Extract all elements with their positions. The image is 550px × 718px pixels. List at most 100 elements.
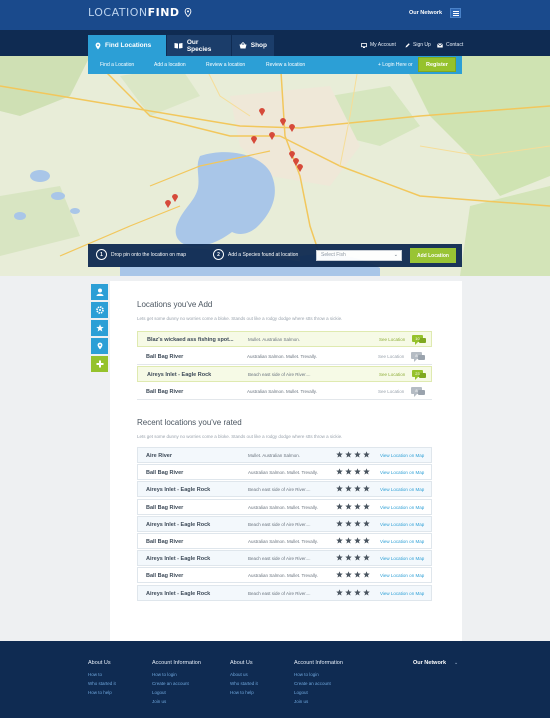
- rated-row[interactable]: Aireys Inlet - Eagle Rock Beach east side…: [137, 584, 432, 601]
- user-side-button[interactable]: [91, 284, 108, 300]
- sign-up-label: Sign Up: [413, 42, 431, 48]
- star-icon: [336, 571, 343, 578]
- footer-link[interactable]: How to: [88, 672, 116, 677]
- view-on-map-link[interactable]: View Location on Map: [380, 487, 424, 492]
- see-location-link[interactable]: See Location: [378, 354, 404, 359]
- footer-our-network[interactable]: Our Network: [413, 660, 446, 666]
- footer-link[interactable]: Logout: [152, 690, 201, 695]
- location-name: Aireys Inlet - Eagle Rock: [146, 487, 211, 494]
- added-row[interactable]: Ball Bag River Australian Salmon. Mullet…: [137, 349, 432, 365]
- subnav-review-location-2[interactable]: Review a location: [266, 62, 305, 68]
- add-location-button[interactable]: Add Location: [410, 248, 456, 263]
- star-icon: [363, 571, 370, 578]
- footer-link[interactable]: Create an account: [152, 681, 201, 686]
- footer-link[interactable]: Join us: [294, 699, 343, 704]
- star-icon: [336, 468, 343, 475]
- star-icon: [336, 502, 343, 510]
- rated-row[interactable]: Ball Bag River Australian Salmon. Mullet.…: [137, 533, 432, 549]
- footer-link[interactable]: How to login: [294, 672, 343, 677]
- location-species: Mullet. Australian Salmon.: [248, 453, 301, 458]
- star-icon: [345, 468, 352, 475]
- comment-count: 10: [415, 336, 420, 341]
- login-link[interactable]: + Login Here or: [378, 62, 413, 68]
- footer-link[interactable]: How to help: [88, 690, 116, 695]
- rated-row[interactable]: Aireys Inlet - Eagle Rock Beach east side…: [137, 515, 432, 532]
- our-network-link[interactable]: Our Network: [409, 10, 442, 16]
- view-on-map-link[interactable]: View Location on Map: [380, 505, 424, 510]
- view-on-map-link[interactable]: View Location on Map: [380, 573, 424, 578]
- location-species: Beach east side of Aire River....: [248, 590, 311, 596]
- rated-row[interactable]: Aire River Mullet. Australian Salmon. View…: [137, 447, 432, 463]
- star-icon: [345, 537, 352, 544]
- chevron-down-icon: ⌄: [393, 252, 398, 258]
- footer-column-about: About Us How to Who started it How to he…: [88, 660, 116, 699]
- subnav-review-location[interactable]: Review a location: [206, 62, 245, 68]
- footer-link[interactable]: About us: [230, 672, 258, 677]
- view-on-map-link[interactable]: View Location on Map: [380, 470, 424, 475]
- footer-link[interactable]: Logout: [294, 690, 343, 695]
- rated-row[interactable]: Ball Bag River Australian Salmon. Mullet.…: [137, 464, 432, 481]
- tab-label: Our Species: [186, 38, 212, 53]
- location-name: Ball Bag River: [146, 504, 184, 511]
- network-dropdown-button[interactable]: [450, 8, 461, 18]
- added-row[interactable]: Ball Bag River Australian Salmon. Mullet…: [137, 384, 432, 400]
- rated-row[interactable]: Ball Bag River Australian Salmon. Mullet.…: [137, 498, 432, 515]
- added-row[interactable]: Aireys Inlet - Eagle Rock Beach east sid…: [137, 366, 432, 382]
- rated-section-title: Recent locations you've rated: [137, 418, 242, 427]
- sign-up-link[interactable]: Sign Up: [405, 42, 431, 48]
- view-on-map-link[interactable]: View Location on Map: [380, 522, 424, 527]
- star-icon: [345, 571, 352, 578]
- chevron-down-icon[interactable]: ⌄: [454, 660, 458, 666]
- location-side-button[interactable]: [91, 338, 108, 354]
- site-logo[interactable]: LOCATIONFIND: [88, 6, 192, 19]
- rated-row[interactable]: Aireys Inlet - Eagle Rock Beach east side…: [137, 481, 432, 498]
- star-icon: [354, 468, 361, 475]
- see-location-link[interactable]: See Location: [379, 337, 405, 342]
- star-rating: [336, 571, 370, 578]
- star-icon: [363, 537, 370, 544]
- added-row[interactable]: Blaz's wickaed ass fishing spot... Mulle…: [137, 331, 432, 347]
- view-on-map-link[interactable]: View Location on Map: [380, 556, 424, 561]
- footer-link[interactable]: Join us: [152, 699, 201, 704]
- footer-link[interactable]: How to login: [152, 672, 201, 677]
- contact-link[interactable]: Contact: [437, 42, 463, 48]
- tab-our-species[interactable]: Our Species: [167, 35, 231, 56]
- footer-link[interactable]: Who started it: [230, 681, 258, 686]
- star-icon: [363, 502, 370, 510]
- add-side-button[interactable]: [91, 356, 108, 372]
- menu-icon: [453, 11, 459, 16]
- star-icon: [336, 537, 343, 544]
- register-button[interactable]: Register: [418, 57, 456, 72]
- footer-link[interactable]: How to help: [230, 690, 258, 695]
- my-account-label: My Account: [370, 42, 396, 48]
- location-species: Beach east side of Aire River....: [248, 372, 311, 377]
- map[interactable]: [0, 56, 550, 276]
- star-rating: [336, 451, 370, 458]
- star-icon: [354, 537, 361, 544]
- tab-find-locations[interactable]: Find Locations: [88, 35, 166, 56]
- view-on-map-link[interactable]: View Location on Map: [380, 453, 424, 458]
- subnav-find-location[interactable]: Find a Location: [100, 62, 134, 68]
- see-location-link[interactable]: See Location: [379, 372, 405, 377]
- star-icon: [336, 451, 343, 458]
- rated-row[interactable]: Ball Bag River Australian Salmon. Mullet.…: [137, 567, 432, 584]
- settings-side-button[interactable]: [91, 302, 108, 318]
- see-location-link[interactable]: See Location: [378, 389, 404, 394]
- tab-shop[interactable]: Shop: [232, 35, 274, 56]
- star-icon: [345, 520, 352, 527]
- my-account-link[interactable]: My Account: [361, 42, 396, 48]
- location-species: Beach east side of Aire River....: [248, 521, 311, 527]
- footer-link[interactable]: Who started it: [88, 681, 116, 686]
- star-icon: [336, 554, 343, 561]
- select-fish-dropdown[interactable]: Select Fish ⌄: [316, 250, 402, 261]
- footer-link[interactable]: Create an account: [294, 681, 343, 686]
- subnav-add-location[interactable]: Add a location: [154, 62, 186, 68]
- view-on-map-link[interactable]: View Location on Map: [380, 591, 424, 596]
- footer-heading: About Us: [230, 660, 253, 666]
- rated-row[interactable]: Aireys Inlet - Eagle Rock Beach east side…: [137, 550, 432, 567]
- location-species: Australian Salmon. Mullet. Trevally.: [248, 504, 318, 510]
- location-name: Aire River: [146, 453, 172, 459]
- comment-count-icon: 8: [411, 387, 425, 397]
- view-on-map-link[interactable]: View Location on Map: [380, 539, 424, 544]
- favourites-side-button[interactable]: [91, 320, 108, 336]
